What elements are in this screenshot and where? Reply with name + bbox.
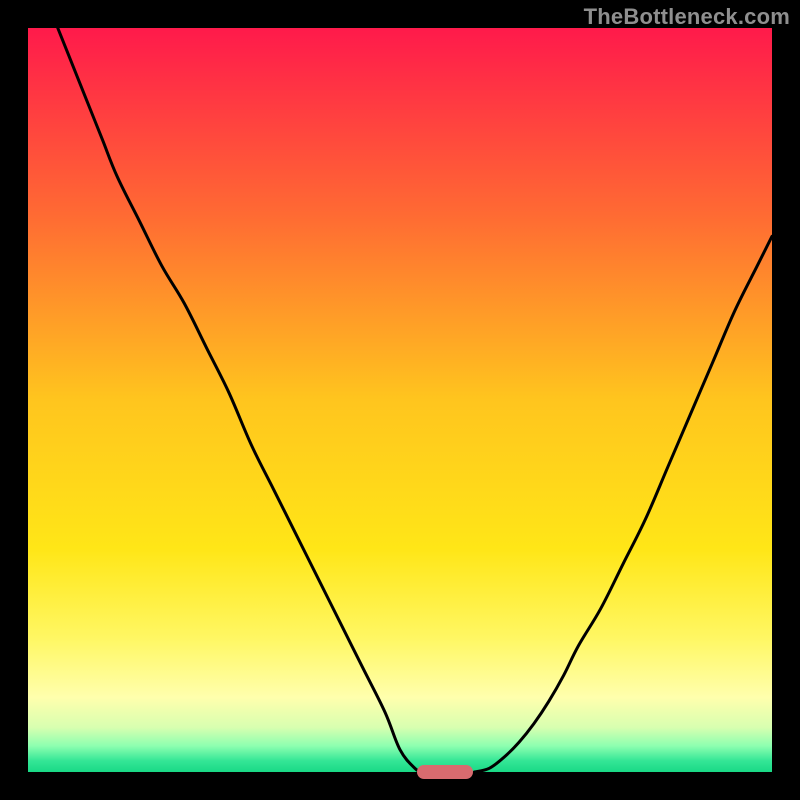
bottleneck-plot (28, 28, 772, 772)
chart-frame: TheBottleneck.com (0, 0, 800, 800)
watermark-text: TheBottleneck.com (584, 4, 790, 30)
gradient-background (28, 28, 772, 772)
bottleneck-marker (417, 765, 473, 779)
